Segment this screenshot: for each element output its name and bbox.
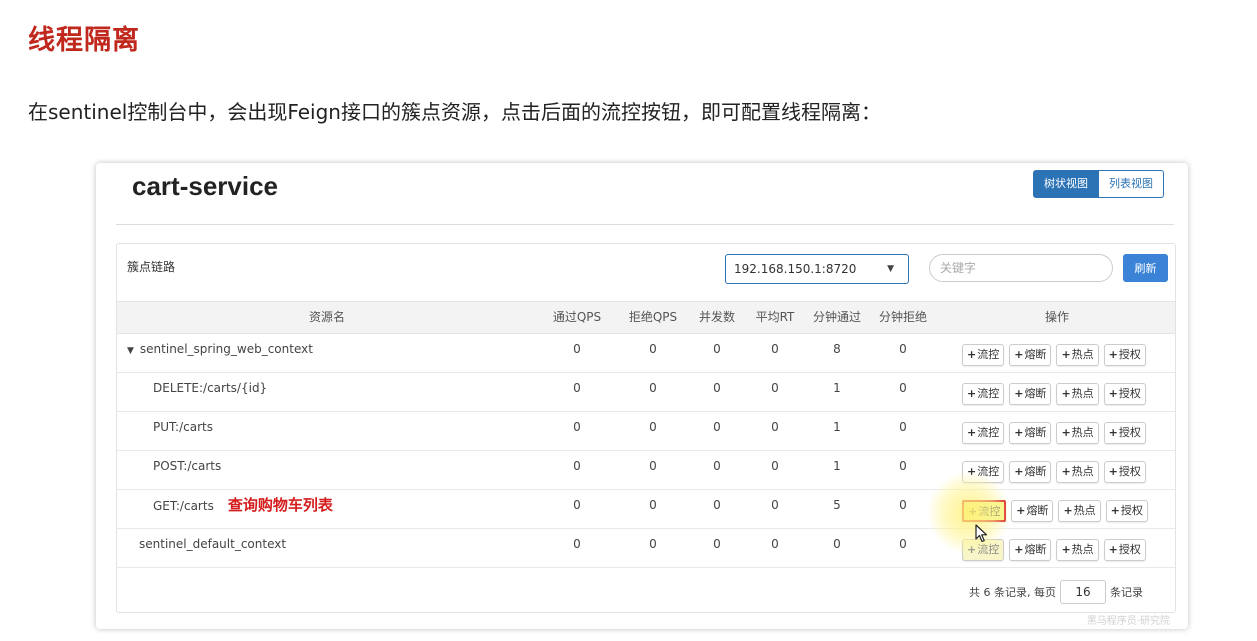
tree-view-button[interactable]: 树状视图 [1033,170,1099,198]
minute-block: 0 [899,459,907,473]
watermark: 黑马程序员·研究院 [1086,616,1170,627]
machine-select[interactable]: 192.168.150.1:8720 ▼ [725,254,909,284]
minute-block: 0 [899,537,907,551]
sentinel-console-panel: cart-service 树状视图 列表视图 簇点链路 192.168.150.… [96,163,1188,629]
resource-name: POST:/carts [153,459,222,473]
row-actions: +流控 +熔断 +热点 +授权 [962,383,1146,405]
service-title: cart-service [132,171,278,201]
hotspot-button[interactable]: +热点 [1056,383,1099,405]
resource-name: PUT:/carts [153,420,213,434]
authority-button[interactable]: +授权 [1105,500,1148,522]
table-row: sentinel_default_context 0 0 0 0 0 0 +流控… [117,529,1175,568]
authority-button[interactable]: +授权 [1103,539,1146,561]
degrade-button[interactable]: +熔断 [1009,383,1052,405]
card-title: 簇点链路 [127,260,176,274]
divider [116,224,1174,225]
hotspot-button[interactable]: +热点 [1058,500,1101,522]
table-row: POST:/carts 0 0 0 0 1 0 +流控 +熔断 +热点 +授权 [117,451,1175,490]
resource-card: 簇点链路 192.168.150.1:8720 ▼ 刷新 资源名 通过QPS 拒… [116,243,1176,613]
authority-button[interactable]: +授权 [1103,383,1146,405]
degrade-button[interactable]: +熔断 [1009,344,1052,366]
hotspot-button[interactable]: +热点 [1056,539,1099,561]
hotspot-button[interactable]: +热点 [1056,422,1099,444]
resource-table: 资源名 通过QPS 拒绝QPS 并发数 平均RT 分钟通过 分钟拒绝 操作 ▼ s… [117,301,1175,568]
degrade-button[interactable]: +熔断 [1009,461,1052,483]
table-row: PUT:/carts 0 0 0 0 1 0 +流控 +熔断 +热点 +授权 [117,412,1175,451]
authority-button[interactable]: +授权 [1103,344,1146,366]
col-operations: 操作 [1044,310,1069,324]
row-actions: +流控 +熔断 +热点 +授权 [962,344,1146,366]
hotspot-button[interactable]: +热点 [1056,461,1099,483]
col-resource-name: 资源名 [308,310,345,324]
minute-block: 0 [899,420,907,434]
resource-name: sentinel_default_context [139,537,287,551]
degrade-button[interactable]: +熔断 [1009,422,1052,444]
resource-name: GET:/carts 查询购物车列表 [153,496,333,514]
degrade-button[interactable]: +熔断 [1009,539,1052,561]
degrade-button[interactable]: +熔断 [1011,500,1054,522]
table-row: ▼ sentinel_spring_web_context 0 0 0 0 8 0… [117,334,1175,373]
flow-control-button[interactable]: +流控 [962,344,1005,366]
keyword-search-input[interactable] [929,254,1113,282]
machine-select-value: 192.168.150.1:8720 [734,262,857,276]
hotspot-button[interactable]: +热点 [1056,344,1099,366]
pass-qps: 0 [573,420,581,434]
authority-button[interactable]: +授权 [1103,461,1146,483]
pass-qps: 0 [573,537,581,551]
refresh-button[interactable]: 刷新 [1123,254,1168,282]
pass-qps: 0 [573,498,581,512]
view-toggle: 树状视图 列表视图 [1033,170,1164,198]
pager-suffix-text: 条记录 [1110,586,1143,599]
flow-control-button[interactable]: +流控 [962,383,1005,405]
cursor-highlight [928,472,1010,554]
slide-description: 在sentinel控制台中，会出现Feign接口的簇点资源，点击后面的流控按钮，… [28,100,881,124]
list-view-button[interactable]: 列表视图 [1099,170,1164,198]
pagination: 共 6 条记录, 每页 16 条记录 [969,580,1143,604]
table-row: DELETE:/carts/{id} 0 0 0 0 1 0 +流控 +熔断 +… [117,373,1175,412]
table-header: 资源名 通过QPS 拒绝QPS 并发数 平均RT 分钟通过 分钟拒绝 操作 [117,301,1175,334]
col-pass-qps: 通过QPS [552,310,602,324]
authority-button[interactable]: +授权 [1103,422,1146,444]
page-size-input[interactable]: 16 [1060,580,1106,604]
caret-down-icon: ▼ [887,264,894,274]
flow-control-button[interactable]: +流控 [962,422,1005,444]
table-row: GET:/carts查询购物车列表 0 0 0 0 5 0 +流控 +熔断 +热… [117,490,1175,529]
annotation-label: 查询购物车列表 [227,496,333,514]
expand-triangle-icon[interactable]: ▼ [127,346,134,356]
pass-qps: 0 [573,342,581,356]
minute-block: 0 [899,342,907,356]
pager-total-text: 共 6 条记录, 每页 [969,586,1056,599]
resource-name: ▼ sentinel_spring_web_context [127,342,313,356]
row-actions: +流控 +熔断 +热点 +授权 [962,422,1146,444]
col-minute-block: 分钟拒绝 [878,310,927,324]
minute-block: 0 [899,381,907,395]
mouse-pointer-icon [975,524,988,543]
pass-qps: 0 [573,459,581,473]
slide-title: 线程隔离 [28,25,140,56]
resource-name: DELETE:/carts/{id} [153,381,268,395]
pass-qps: 0 [573,381,581,395]
